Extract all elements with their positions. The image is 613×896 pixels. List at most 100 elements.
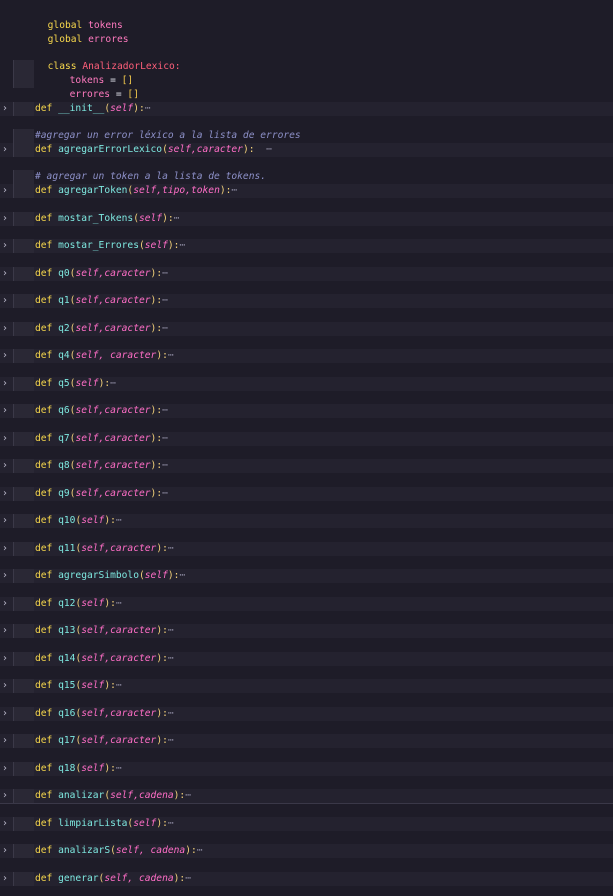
- method-name: q9: [58, 488, 70, 499]
- chevron-right-icon[interactable]: ›: [0, 679, 10, 693]
- chevron-right-icon[interactable]: ›: [0, 652, 10, 666]
- chevron-right-icon[interactable]: ›: [0, 184, 10, 198]
- editor-divider: [0, 803, 613, 804]
- chevron-right-icon[interactable]: ›: [0, 844, 10, 858]
- code-line-attr-errores[interactable]: errores = []: [0, 74, 613, 100]
- folded-ellipsis: ⋯: [162, 323, 168, 334]
- method-def-line[interactable]: › def q12(self):⋯: [0, 597, 613, 611]
- method-name: mostar_Tokens: [58, 213, 134, 224]
- chevron-right-icon[interactable]: ›: [0, 487, 10, 501]
- keyword-def: def: [35, 598, 53, 609]
- close-paren-colon: ):: [156, 735, 168, 746]
- attribute-name: errores: [69, 89, 111, 100]
- method-def-line[interactable]: › def analizar(self,cadena):⋯: [0, 789, 613, 803]
- close-paren-colon: ):: [167, 240, 180, 251]
- method-params: self: [144, 240, 168, 251]
- chevron-right-icon[interactable]: ›: [0, 239, 10, 253]
- indent-guide: [13, 170, 34, 184]
- close-paren-colon: ):: [133, 103, 145, 114]
- chevron-right-icon[interactable]: ›: [0, 817, 10, 831]
- folded-ellipsis: ⋯: [167, 735, 174, 746]
- method-def-line[interactable]: › def q0(self,caracter):⋯: [0, 267, 613, 281]
- code-editor[interactable]: global tokens global errores class Anali…: [0, 0, 613, 896]
- folded-ellipsis: ⋯: [115, 515, 122, 526]
- method-def-line[interactable]: › def q13(self,caracter):⋯: [0, 624, 613, 638]
- method-params: self: [81, 598, 105, 609]
- chevron-right-icon[interactable]: ›: [0, 514, 10, 528]
- code-line-global-errores[interactable]: global errores: [0, 19, 613, 45]
- chevron-right-icon[interactable]: ›: [0, 762, 10, 776]
- keyword-def: def: [35, 708, 53, 719]
- method-params: self,caracter: [75, 268, 151, 279]
- keyword-def: def: [35, 213, 53, 224]
- indent-guide: [13, 707, 34, 721]
- chevron-right-icon[interactable]: ›: [0, 432, 10, 446]
- method-def-line[interactable]: › def generar(self, cadena):⋯: [0, 872, 613, 886]
- method-def-line[interactable]: › def mostar_Tokens(self):⋯: [0, 212, 613, 226]
- method-def-line[interactable]: › def q8(self,caracter):⋯: [0, 459, 613, 473]
- code-line-comment[interactable]: # agregar un token a la lista de tokens.: [0, 170, 613, 184]
- keyword-def: def: [35, 488, 53, 499]
- chevron-right-icon[interactable]: ›: [0, 734, 10, 748]
- keyword-def: def: [35, 144, 53, 155]
- method-def-line[interactable]: › def q18(self):⋯: [0, 762, 613, 776]
- indent-guide: [13, 239, 34, 253]
- folded-ellipsis: ⋯: [144, 103, 151, 114]
- chevron-right-icon[interactable]: ›: [0, 349, 10, 363]
- method-def-line[interactable]: › def q16(self,caracter):⋯: [0, 707, 613, 721]
- indent-guide: [13, 542, 34, 556]
- method-def-line[interactable]: › def __init__(self):⋯: [0, 102, 613, 116]
- method-name: mostar_Errores: [58, 240, 139, 251]
- chevron-right-icon[interactable]: ›: [0, 542, 10, 556]
- list-literal: []: [127, 89, 139, 100]
- folded-ellipsis: ⋯: [115, 598, 122, 609]
- chevron-right-icon[interactable]: ›: [0, 569, 10, 583]
- method-def-line[interactable]: › def q1(self,caracter):⋯: [0, 294, 613, 308]
- chevron-right-icon[interactable]: ›: [0, 707, 10, 721]
- method-def-line[interactable]: › def q2(self,caracter):⋯: [0, 322, 613, 336]
- chevron-right-icon[interactable]: ›: [0, 212, 10, 226]
- method-def-line[interactable]: › def q11(self,caracter):⋯: [0, 542, 613, 556]
- method-def-line[interactable]: › def q15(self):⋯: [0, 679, 613, 693]
- method-def-line[interactable]: › def agregarToken(self,tipo,token):⋯: [0, 184, 613, 198]
- method-def-line[interactable]: › def analizarS(self, cadena):⋯: [0, 844, 613, 858]
- code-line-global-tokens[interactable]: global tokens: [0, 5, 613, 31]
- method-def-line[interactable]: › def q14(self,caracter):⋯: [0, 652, 613, 666]
- indent-guide: [13, 184, 34, 198]
- chevron-right-icon[interactable]: ›: [0, 322, 10, 336]
- method-name: q1: [58, 295, 70, 306]
- chevron-right-icon[interactable]: ›: [0, 872, 10, 886]
- chevron-right-icon[interactable]: ›: [0, 789, 10, 803]
- method-def-line[interactable]: › def q6(self,caracter):⋯: [0, 404, 613, 418]
- chevron-right-icon[interactable]: ›: [0, 143, 10, 157]
- chevron-right-icon[interactable]: ›: [0, 377, 10, 391]
- chevron-right-icon[interactable]: ›: [0, 624, 10, 638]
- method-def-line[interactable]: › def q5(self):⋯: [0, 377, 613, 391]
- code-line-comment[interactable]: #agregar un error léxico a la lista de e…: [0, 129, 613, 143]
- method-def-line[interactable]: › def agregarSimbolo(self):⋯: [0, 569, 613, 583]
- folded-ellipsis: ⋯: [162, 460, 168, 471]
- indent-guide: [13, 569, 34, 583]
- code-line-attr-tokens[interactable]: tokens = []: [0, 60, 613, 86]
- method-def-line[interactable]: › def q4(self, caracter):⋯: [0, 349, 613, 363]
- method-def-line[interactable]: › def q9(self,caracter):⋯: [0, 487, 613, 501]
- indent-guide: [13, 872, 34, 886]
- method-def-line[interactable]: › def q10(self):⋯: [0, 514, 613, 528]
- method-name: q12: [58, 598, 76, 609]
- chevron-right-icon[interactable]: ›: [0, 459, 10, 473]
- chevron-right-icon[interactable]: ›: [0, 102, 10, 116]
- chevron-right-icon[interactable]: ›: [0, 404, 10, 418]
- folded-ellipsis: ⋯: [167, 708, 174, 719]
- chevron-right-icon[interactable]: ›: [0, 597, 10, 611]
- keyword-def: def: [35, 845, 53, 856]
- method-def-line[interactable]: › def q17(self,caracter):⋯: [0, 734, 613, 748]
- method-def-line[interactable]: › def limpiarLista(self):⋯: [0, 817, 613, 831]
- close-paren-colon: ):: [219, 185, 232, 196]
- chevron-right-icon[interactable]: ›: [0, 294, 10, 308]
- code-line-class-def[interactable]: class AnalizadorLexico:: [0, 46, 613, 72]
- chevron-right-icon[interactable]: ›: [0, 267, 10, 281]
- method-def-line[interactable]: › def agregarErrorLexico(self,caracter): …: [0, 143, 613, 157]
- method-def-line[interactable]: › def q7(self,caracter):⋯: [0, 432, 613, 446]
- method-def-line[interactable]: › def mostar_Errores(self):⋯: [0, 239, 613, 253]
- close-paren-colon: ):: [156, 708, 168, 719]
